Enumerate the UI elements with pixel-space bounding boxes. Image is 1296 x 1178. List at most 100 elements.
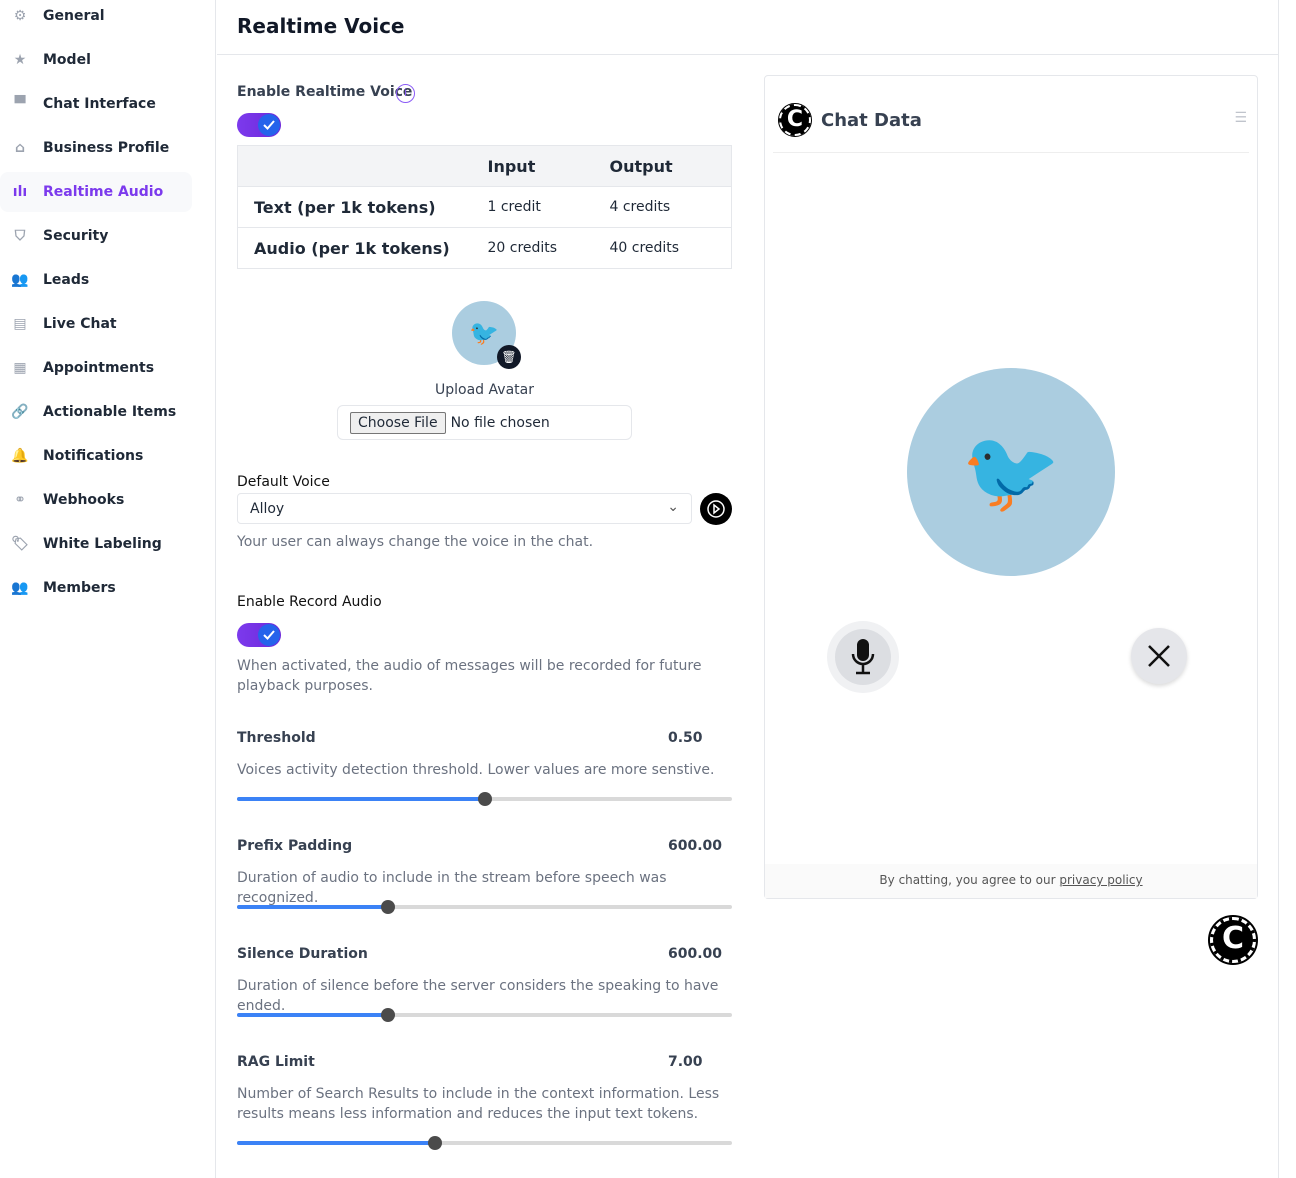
file-status: No file chosen (450, 414, 550, 431)
check-icon (258, 114, 280, 136)
play-voice-button[interactable] (700, 493, 732, 525)
voice-value: Alloy (250, 501, 285, 517)
link-icon: 🔗 (11, 404, 29, 420)
sidebar-item-label: Leads (43, 272, 90, 288)
slider-label: Silence Duration (237, 946, 368, 962)
slider-threshold[interactable] (237, 792, 732, 806)
sidebar-item-label: Business Profile (43, 140, 170, 156)
slider-thumb[interactable] (477, 792, 492, 806)
slider-fill (237, 1013, 388, 1017)
cell: 40 credits (609, 227, 732, 269)
webhook-icon: ⚭ (14, 492, 26, 508)
slider-value: 7.00 (668, 1054, 703, 1070)
row-label: Text (per 1k tokens) (237, 186, 488, 228)
file-input[interactable]: Choose File No file chosen (337, 405, 632, 440)
sidebar-item-live-chat[interactable]: ▤ Live Chat (0, 304, 192, 344)
record-help: When activated, the audio of messages wi… (237, 658, 702, 694)
sidebar-item-business-profile[interactable]: ⌂ Business Profile (0, 128, 192, 168)
check-icon (258, 624, 280, 646)
default-voice-label: Default Voice (237, 474, 330, 490)
slider-value: 600.00 (668, 946, 723, 962)
sidebar-item-webhooks[interactable]: ⚭ Webhooks (0, 480, 192, 520)
main-panel: Realtime Voice Enable Realtime Voice i I… (217, 0, 1279, 1178)
voice-select[interactable]: Alloy ⌄ (237, 493, 692, 524)
slider-silence-duration[interactable] (237, 1008, 732, 1022)
shield-icon: ⛉ (14, 228, 26, 244)
sidebar-item-label: Actionable Items (43, 404, 177, 420)
sidebar-item-members[interactable]: 👥 Members (0, 568, 192, 608)
enable-realtime-label: Enable Realtime Voice (237, 84, 413, 100)
choose-file-button[interactable]: Choose File (350, 411, 446, 434)
sidebar-item-label: Members (43, 580, 116, 596)
monitor-icon: ▀ (14, 96, 26, 112)
sidebar-item-label: White Labeling (43, 536, 162, 552)
calendar-icon: ▦ (13, 360, 27, 376)
sidebar-item-actionable-items[interactable]: 🔗 Actionable Items (0, 392, 192, 432)
sidebar-item-label: Chat Interface (43, 96, 156, 112)
chat-data-logo-icon: C (778, 103, 812, 137)
microphone-button[interactable] (827, 621, 899, 693)
slider-label: RAG Limit (237, 1054, 315, 1070)
preview-title: Chat Data (821, 110, 922, 131)
sidebar-item-label: General (43, 8, 105, 24)
trash-icon[interactable]: 🗑 (497, 345, 521, 369)
slider-thumb[interactable] (380, 900, 395, 914)
sidebar-item-security[interactable]: ⛉ Security (0, 216, 192, 256)
settings-sliders-icon[interactable]: ☰ (1234, 110, 1247, 126)
chat-icon: ▤ (13, 316, 27, 332)
slider-help: Duration of audio to include in the stre… (237, 870, 667, 906)
sidebar-item-label: Appointments (43, 360, 155, 376)
sidebar-item-realtime-audio[interactable]: ılı Realtime Audio (0, 172, 192, 212)
page-title: Realtime Voice (217, 0, 1278, 55)
tag-icon: 🏷 (11, 536, 29, 552)
slider-fill (237, 797, 485, 801)
close-icon (1148, 645, 1170, 667)
sidebar: ⚙ General ★ Model ▀ Chat Interface ⌂ Business P… (0, 0, 216, 1178)
cell: 1 credit (487, 186, 610, 228)
slider-fill (237, 1141, 435, 1145)
slider-thumb[interactable] (380, 1008, 395, 1022)
sidebar-item-appointments[interactable]: ▦ Appointments (0, 348, 192, 388)
bell-icon: 🔔 (11, 448, 29, 464)
realtime-toggle[interactable] (237, 113, 281, 137)
pricing-table: Input Output Text (per 1k tokens) 1 credit… (237, 145, 732, 269)
slider-rag-limit[interactable] (237, 1136, 732, 1150)
voice-help: Your user can always change the voice in… (237, 534, 594, 550)
slider-label: Threshold (237, 730, 316, 746)
sidebar-item-general[interactable]: ⚙ General (0, 0, 192, 36)
close-button[interactable] (1131, 628, 1187, 684)
preview-footer: By chatting, you agree to our privacy po… (765, 864, 1257, 898)
slider-help: Number of Search Results to include in t… (237, 1086, 720, 1122)
sidebar-item-label: Live Chat (43, 316, 117, 332)
chevron-down-icon: ⌄ (667, 499, 679, 515)
sidebar-item-leads[interactable]: 👥 Leads (0, 260, 192, 300)
chat-preview: C Chat Data ☰ 🐦 By chatting, you agree t… (764, 75, 1258, 899)
sidebar-item-label: Security (43, 228, 109, 244)
sidebar-item-label: Realtime Audio (43, 184, 164, 200)
chat-launcher-button[interactable]: C (1208, 915, 1258, 965)
members-icon: 👥 (11, 580, 29, 596)
cell: 20 credits (487, 227, 610, 269)
users-icon: 👥 (11, 272, 29, 288)
slider-value: 0.50 (668, 730, 703, 746)
info-icon[interactable]: i (396, 84, 415, 103)
sidebar-item-model[interactable]: ★ Model (0, 40, 192, 80)
record-label: Enable Record Audio (237, 594, 382, 610)
cell: 4 credits (609, 186, 732, 228)
sidebar-item-chat-interface[interactable]: ▀ Chat Interface (0, 84, 192, 124)
star-icon: ★ (13, 52, 27, 68)
sidebar-item-notifications[interactable]: 🔔 Notifications (0, 436, 192, 476)
table-row: Text (per 1k tokens) 1 credit 4 credits (237, 186, 732, 228)
sidebar-item-label: Webhooks (43, 492, 125, 508)
slider-prefix-padding[interactable] (237, 900, 732, 914)
home-icon: ⌂ (14, 140, 26, 156)
slider-help: Duration of silence before the server co… (237, 978, 719, 1014)
sidebar-item-label: Model (43, 52, 91, 68)
sidebar-item-label: Notifications (43, 448, 144, 464)
record-toggle[interactable] (237, 623, 281, 647)
slider-thumb[interactable] (428, 1136, 442, 1150)
privacy-policy-link[interactable]: privacy policy (1059, 873, 1142, 887)
upload-avatar-label: Upload Avatar (435, 382, 534, 398)
sidebar-item-white-labeling[interactable]: 🏷 White Labeling (0, 524, 192, 564)
slider-label: Prefix Padding (237, 838, 353, 854)
